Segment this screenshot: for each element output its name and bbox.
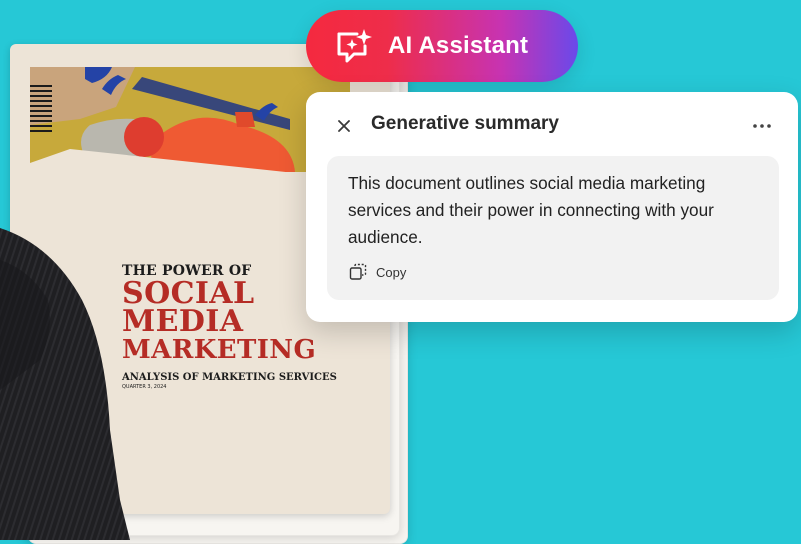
cover-headline-line3: MARKETING	[122, 335, 317, 365]
scene: THE POWER OF SOCIAL MEDIA MARKETING ANAL…	[0, 0, 801, 544]
panel-header: Generative summary	[306, 112, 798, 140]
close-icon[interactable]	[333, 115, 355, 137]
copy-label: Copy	[376, 264, 407, 280]
copy-icon	[349, 263, 367, 281]
summary-card: This document outlines social media mark…	[327, 156, 779, 300]
generative-summary-panel: Generative summary This document outline…	[306, 92, 798, 322]
ai-sparkle-chat-icon	[332, 25, 374, 67]
cover-artwork	[30, 67, 350, 172]
ai-assistant-label: AI Assistant	[388, 32, 529, 59]
copy-button[interactable]: Copy	[349, 263, 406, 281]
more-icon[interactable]	[751, 117, 773, 135]
summary-text: This document outlines social media mark…	[348, 173, 714, 247]
cover-date: QUARTER 3, 2024	[122, 384, 167, 390]
panel-title: Generative summary	[371, 113, 559, 134]
cover-subtitle: ANALYSIS OF MARKETING SERVICES	[122, 372, 337, 383]
ai-assistant-button[interactable]: AI Assistant	[306, 10, 578, 82]
